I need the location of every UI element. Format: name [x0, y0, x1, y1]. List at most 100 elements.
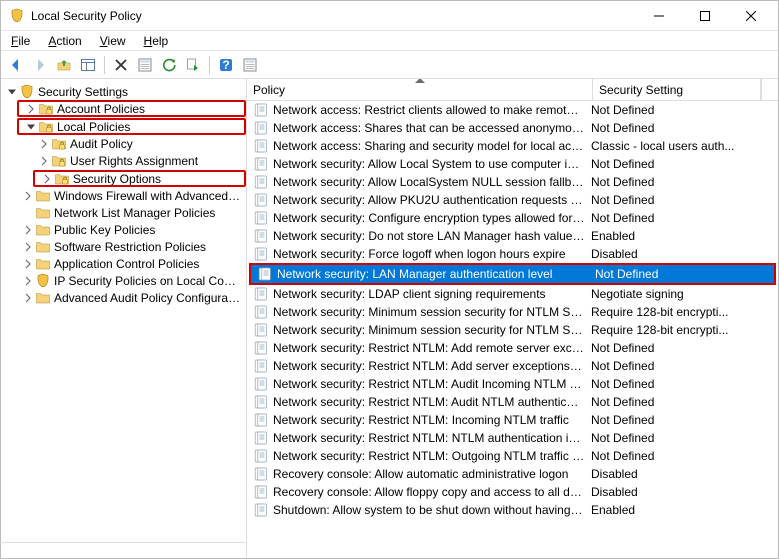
policy-row[interactable]: Network access: Restrict clients allowed…	[247, 101, 778, 119]
policy-name: Network access: Shares that can be acces…	[273, 119, 591, 137]
policy-row[interactable]: Network security: Restrict NTLM: Outgoin…	[247, 447, 778, 465]
tree-software-restriction[interactable]: Software Restriction Policies	[17, 238, 246, 255]
policy-row[interactable]: Network access: Shares that can be acces…	[247, 119, 778, 137]
policy-row[interactable]: Network security: LAN Manager authentica…	[251, 265, 774, 283]
policy-icon	[253, 502, 269, 518]
chevron-right-icon[interactable]	[21, 189, 35, 203]
policy-setting: Not Defined	[591, 339, 778, 357]
tree-root-security-settings[interactable]: Security Settings	[1, 83, 246, 100]
policy-row[interactable]: Network security: Restrict NTLM: Add ser…	[247, 357, 778, 375]
chevron-right-icon[interactable]	[21, 291, 35, 305]
tree-application-control[interactable]: Application Control Policies	[17, 255, 246, 272]
policy-list[interactable]: Network access: Restrict clients allowed…	[247, 101, 778, 558]
policy-icon	[253, 102, 269, 118]
maximize-button[interactable]	[682, 1, 728, 31]
policy-row[interactable]: Network security: Minimum session securi…	[247, 321, 778, 339]
policy-name: Network security: Restrict NTLM: Add ser…	[273, 357, 591, 375]
menu-view[interactable]: View	[94, 33, 132, 49]
folder-lock-icon	[51, 153, 67, 169]
back-button[interactable]	[5, 54, 27, 76]
column-label: Security Setting	[599, 83, 683, 97]
policy-icon	[253, 286, 269, 302]
policy-setting: Enabled	[591, 501, 778, 519]
menu-action[interactable]: Action	[42, 33, 87, 49]
policy-row[interactable]: Network security: Configure encryption t…	[247, 209, 778, 227]
policy-icon	[253, 174, 269, 190]
tree-label: Public Key Policies	[54, 223, 155, 237]
policy-icon	[253, 358, 269, 374]
tree-label: Local Policies	[57, 120, 130, 134]
show-hide-tree-button[interactable]	[77, 54, 99, 76]
chevron-right-icon[interactable]	[24, 102, 38, 116]
chevron-down-icon[interactable]	[5, 85, 19, 99]
tree-audit-policy[interactable]: Audit Policy	[33, 135, 246, 152]
tree-advanced-audit[interactable]: Advanced Audit Policy Configuration	[17, 289, 246, 306]
policy-row[interactable]: Network security: Allow PKU2U authentica…	[247, 191, 778, 209]
tree-public-key-policies[interactable]: Public Key Policies	[17, 221, 246, 238]
forward-button[interactable]	[29, 54, 51, 76]
menu-file[interactable]: File	[5, 33, 36, 49]
policy-row[interactable]: Shutdown: Allow system to be shut down w…	[247, 501, 778, 519]
tree-label: Security Options	[73, 172, 161, 186]
chevron-right-icon[interactable]	[21, 257, 35, 271]
tree-account-policies[interactable]: Account Policies	[17, 100, 246, 117]
policy-row[interactable]: Network security: Restrict NTLM: Add rem…	[247, 339, 778, 357]
tree-windows-firewall[interactable]: Windows Firewall with Advanced Secu	[17, 187, 246, 204]
tree-label: Advanced Audit Policy Configuration	[54, 291, 242, 305]
policy-setting: Classic - local users auth...	[591, 137, 778, 155]
policy-name: Shutdown: Allow system to be shut down w…	[273, 501, 591, 519]
chevron-right-icon[interactable]	[21, 223, 35, 237]
tree-horizontal-scrollbar[interactable]	[1, 542, 246, 558]
refresh-button[interactable]	[158, 54, 180, 76]
tree-label: Network List Manager Policies	[54, 206, 215, 220]
policy-row[interactable]: Network access: Sharing and security mod…	[247, 137, 778, 155]
chevron-right-icon[interactable]	[21, 274, 35, 288]
policy-row[interactable]: Network security: Force logoff when logo…	[247, 245, 778, 263]
policy-row[interactable]: Recovery console: Allow floppy copy and …	[247, 483, 778, 501]
policy-icon	[253, 192, 269, 208]
policy-row[interactable]: Network security: Allow LocalSystem NULL…	[247, 173, 778, 191]
tree-pane[interactable]: Security Settings Account Policies Local…	[1, 79, 247, 558]
tree-label: Application Control Policies	[54, 257, 199, 271]
policy-setting: Not Defined	[591, 357, 778, 375]
policy-row[interactable]: Network security: Restrict NTLM: Audit N…	[247, 393, 778, 411]
properties-2-button[interactable]	[239, 54, 261, 76]
policy-row[interactable]: Network security: Minimum session securi…	[247, 303, 778, 321]
tree-security-options[interactable]: Security Options	[33, 170, 246, 187]
chevron-right-icon[interactable]	[37, 154, 51, 168]
export-list-button[interactable]	[182, 54, 204, 76]
chevron-down-icon[interactable]	[24, 120, 38, 134]
policy-row[interactable]: Network security: Do not store LAN Manag…	[247, 227, 778, 245]
tree-local-policies[interactable]: Local Policies	[17, 118, 246, 135]
column-header-policy[interactable]: Policy	[247, 79, 593, 100]
tree-label: Windows Firewall with Advanced Secu	[54, 189, 242, 203]
menu-help[interactable]: Help	[138, 33, 175, 49]
minimize-button[interactable]	[636, 1, 682, 31]
tree-user-rights[interactable]: User Rights Assignment	[33, 152, 246, 169]
tree-network-list-manager[interactable]: Network List Manager Policies	[17, 204, 246, 221]
properties-button[interactable]	[134, 54, 156, 76]
chevron-right-icon[interactable]	[40, 172, 54, 186]
policy-row[interactable]: Network security: Allow Local System to …	[247, 155, 778, 173]
policy-row[interactable]: Recovery console: Allow automatic admini…	[247, 465, 778, 483]
title-bar: Local Security Policy	[1, 1, 778, 31]
help-button[interactable]	[215, 54, 237, 76]
chevron-right-icon[interactable]	[37, 137, 51, 151]
chevron-right-icon[interactable]	[21, 240, 35, 254]
up-button[interactable]	[53, 54, 75, 76]
policy-row[interactable]: Network security: LDAP client signing re…	[247, 285, 778, 303]
policy-name: Network security: Restrict NTLM: Incomin…	[273, 411, 591, 429]
list-header: Policy Security Setting	[247, 79, 778, 101]
policy-row[interactable]: Network security: Restrict NTLM: Incomin…	[247, 411, 778, 429]
tree-label: IP Security Policies on Local Compute	[54, 274, 242, 288]
policy-row[interactable]: Network security: Restrict NTLM: Audit I…	[247, 375, 778, 393]
close-button[interactable]	[728, 1, 774, 31]
delete-button[interactable]	[110, 54, 132, 76]
policy-setting: Not Defined	[591, 429, 778, 447]
policy-row[interactable]: Network security: Restrict NTLM: NTLM au…	[247, 429, 778, 447]
policy-icon	[253, 340, 269, 356]
policy-setting: Negotiate signing	[591, 285, 778, 303]
policy-name: Recovery console: Allow floppy copy and …	[273, 483, 591, 501]
tree-ip-security[interactable]: IP Security Policies on Local Compute	[17, 272, 246, 289]
column-header-setting[interactable]: Security Setting	[593, 79, 761, 100]
